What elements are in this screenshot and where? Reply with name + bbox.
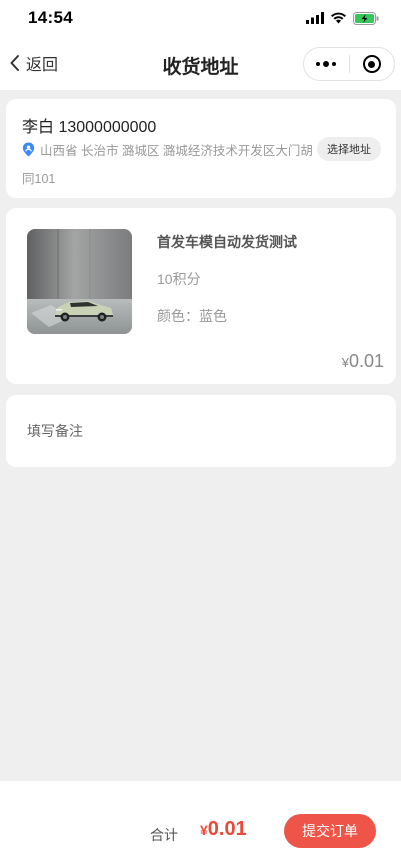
select-address-button[interactable]: 选择地址 [317, 137, 381, 161]
status-time: 14:54 [28, 8, 73, 27]
signal-icon [306, 12, 324, 24]
back-button[interactable]: 返回 [8, 50, 58, 76]
product-color: 颜色：蓝色 [157, 308, 227, 324]
address-card[interactable]: 李白 13000000000 山西省 长治市 潞城区 潞城经济技术开发区大门胡同… [6, 99, 396, 198]
battery-charging-icon [353, 11, 379, 25]
total-label: 合计 [150, 827, 178, 843]
remark-input[interactable]: 填写备注 [6, 395, 396, 467]
target-icon [362, 55, 381, 73]
chevron-left-icon [10, 55, 19, 71]
receiver-name-phone: 李白 13000000000 [22, 119, 157, 136]
navigation-bar: 返回 收货地址 [0, 36, 401, 90]
checkout-bar: 合计 ¥0.01 提交订单 [0, 781, 401, 857]
total-value: 0.01 [207, 818, 247, 840]
product-card: 首发车模自动发货测试 10积分 颜色：蓝色 ¥0.01 [6, 208, 396, 384]
product-name: 首发车模自动发货测试 [157, 234, 297, 250]
location-pin-icon [22, 142, 35, 157]
mini-program-capsule [303, 47, 395, 81]
product-points: 10积分 [157, 271, 201, 287]
wifi-icon [331, 12, 346, 24]
price-amount: 0.01 [348, 351, 384, 371]
status-icons [306, 11, 379, 25]
submit-order-button[interactable]: 提交订单 [284, 814, 376, 848]
more-button[interactable] [304, 48, 349, 80]
total-symbol: ¥ [200, 822, 208, 838]
close-mini-program-button[interactable] [350, 48, 395, 80]
address-detail: 山西省 长治市 潞城区 潞城经济技术开发区大门胡同101 [22, 144, 313, 186]
back-label: 返回 [26, 57, 59, 74]
product-price: ¥0.01 [342, 351, 384, 372]
total-amount: ¥0.01 [200, 818, 247, 841]
price-symbol: ¥ [341, 355, 349, 370]
status-bar: 14:54 [0, 0, 401, 36]
more-dots-icon [316, 61, 337, 67]
remark-placeholder: 填写备注 [27, 423, 83, 439]
product-image [27, 229, 132, 334]
address-line: 山西省 长治市 潞城区 潞城经济技术开发区大门胡同101 [22, 137, 318, 193]
